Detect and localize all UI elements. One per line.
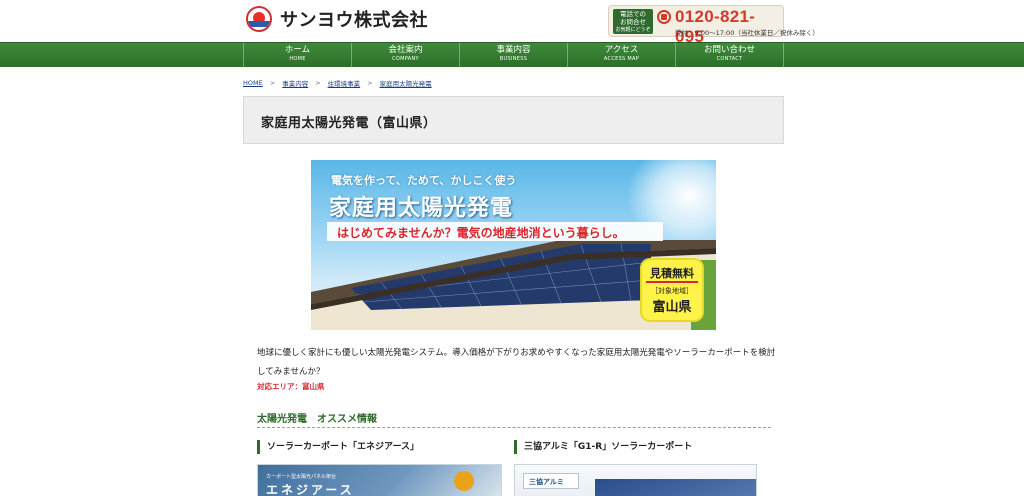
phone-contact-label: 電話での お問合せ お気軽にどうぞ [613, 9, 653, 34]
hero-tagline: はじめてみませんか？電気の地産地消という暮らし。 [337, 226, 625, 240]
hero-tagline-strip: はじめてみませんか？電気の地産地消という暮らし。 [327, 222, 663, 241]
breadcrumb-separator: > [269, 79, 276, 87]
phone-contact-box[interactable]: 電話での お問合せ お気軽にどうぞ 0120-821-095 受付：9:00～1… [608, 5, 819, 46]
hero-title: 家庭用太陽光発電 [329, 196, 514, 221]
breadcrumb-home[interactable]: HOME [243, 79, 263, 87]
hero-banner: 電気を作って、ためて、かしこく使う 家庭用太陽光発電 はじめてみませんか？電気の… [311, 160, 716, 330]
section-divider [257, 427, 771, 428]
site-header: サンヨウ株式会社 電話での お問合せ お気軽にどうぞ 0120-821-095 … [0, 0, 1024, 46]
phone-icon [657, 10, 671, 24]
nav-item-contact[interactable]: お問い合わせ CONTACT [675, 43, 784, 68]
hero-subtitle: 電気を作って、ためて、かしこく使う [331, 174, 517, 187]
solar-panel-image [595, 479, 756, 496]
page-title-box: 家庭用太陽光発電（富山県） [243, 96, 784, 144]
page-title: 家庭用太陽光発電（富山県） [261, 116, 437, 131]
nav-item-business[interactable]: 事業内容 BUSINESS [459, 43, 567, 68]
nav-item-home[interactable]: ホーム HOME [243, 43, 351, 68]
recommend-section-title: 太陽光発電 オススメ情報 [257, 414, 377, 425]
badge-area: 富山県 [652, 300, 692, 315]
badge-area-label: ［対象地域］ [651, 287, 693, 295]
breadcrumb-current[interactable]: 家庭用太陽光発電 [380, 78, 432, 88]
breadcrumb-separator: > [367, 79, 373, 87]
nav-item-access[interactable]: アクセス ACCESS MAP [567, 43, 675, 68]
breadcrumb: HOME > 事業内容 > 住環境事業 > 家庭用太陽光発電 [243, 78, 432, 88]
phone-hours: 受付：9:00～17:00（当社休業日／祝休み除く） [675, 29, 819, 37]
card-image-title: エネジアース [266, 483, 355, 496]
intro-text: 地球に優しく家計にも優しい太陽光発電システム。導入価格が下がりお求めやすくなった… [257, 348, 776, 377]
badge-free-estimate: 見積無料 [646, 265, 698, 283]
breadcrumb-living-environment[interactable]: 住環境事業 [328, 78, 361, 88]
nav-item-company[interactable]: 会社案内 COMPANY [351, 43, 459, 68]
company-name: サンヨウ株式会社 [280, 10, 428, 31]
card-image-enegiearth[interactable]: カーポート型太陽光パネル架台 エネジアース [257, 464, 502, 496]
badge-icon [454, 471, 474, 491]
card-image-caption: カーポート型太陽光パネル架台 [266, 474, 337, 480]
breadcrumb-business[interactable]: 事業内容 [282, 78, 308, 88]
free-estimate-badge: 見積無料 ［対象地域］ 富山県 [642, 260, 702, 320]
service-area: 対応エリア：富山県 [257, 382, 325, 391]
company-logo[interactable]: サンヨウ株式会社 [246, 6, 428, 32]
card-title-enegiearth[interactable]: ソーラーカーポート「エネジアース」 [257, 440, 419, 454]
card-title-sankyo-g1r[interactable]: 三協アルミ「G1-R」ソーラーカーポート [514, 440, 692, 454]
card-image-sankyo-g1r[interactable]: 三協アルミ [514, 464, 757, 496]
card-brand-logo: 三協アルミ [523, 473, 579, 489]
breadcrumb-separator: > [315, 79, 321, 87]
global-nav: ホーム HOME 会社案内 COMPANY 事業内容 BUSINESS アクセス ACC… [0, 42, 1024, 68]
logo-sun-icon [246, 6, 272, 32]
